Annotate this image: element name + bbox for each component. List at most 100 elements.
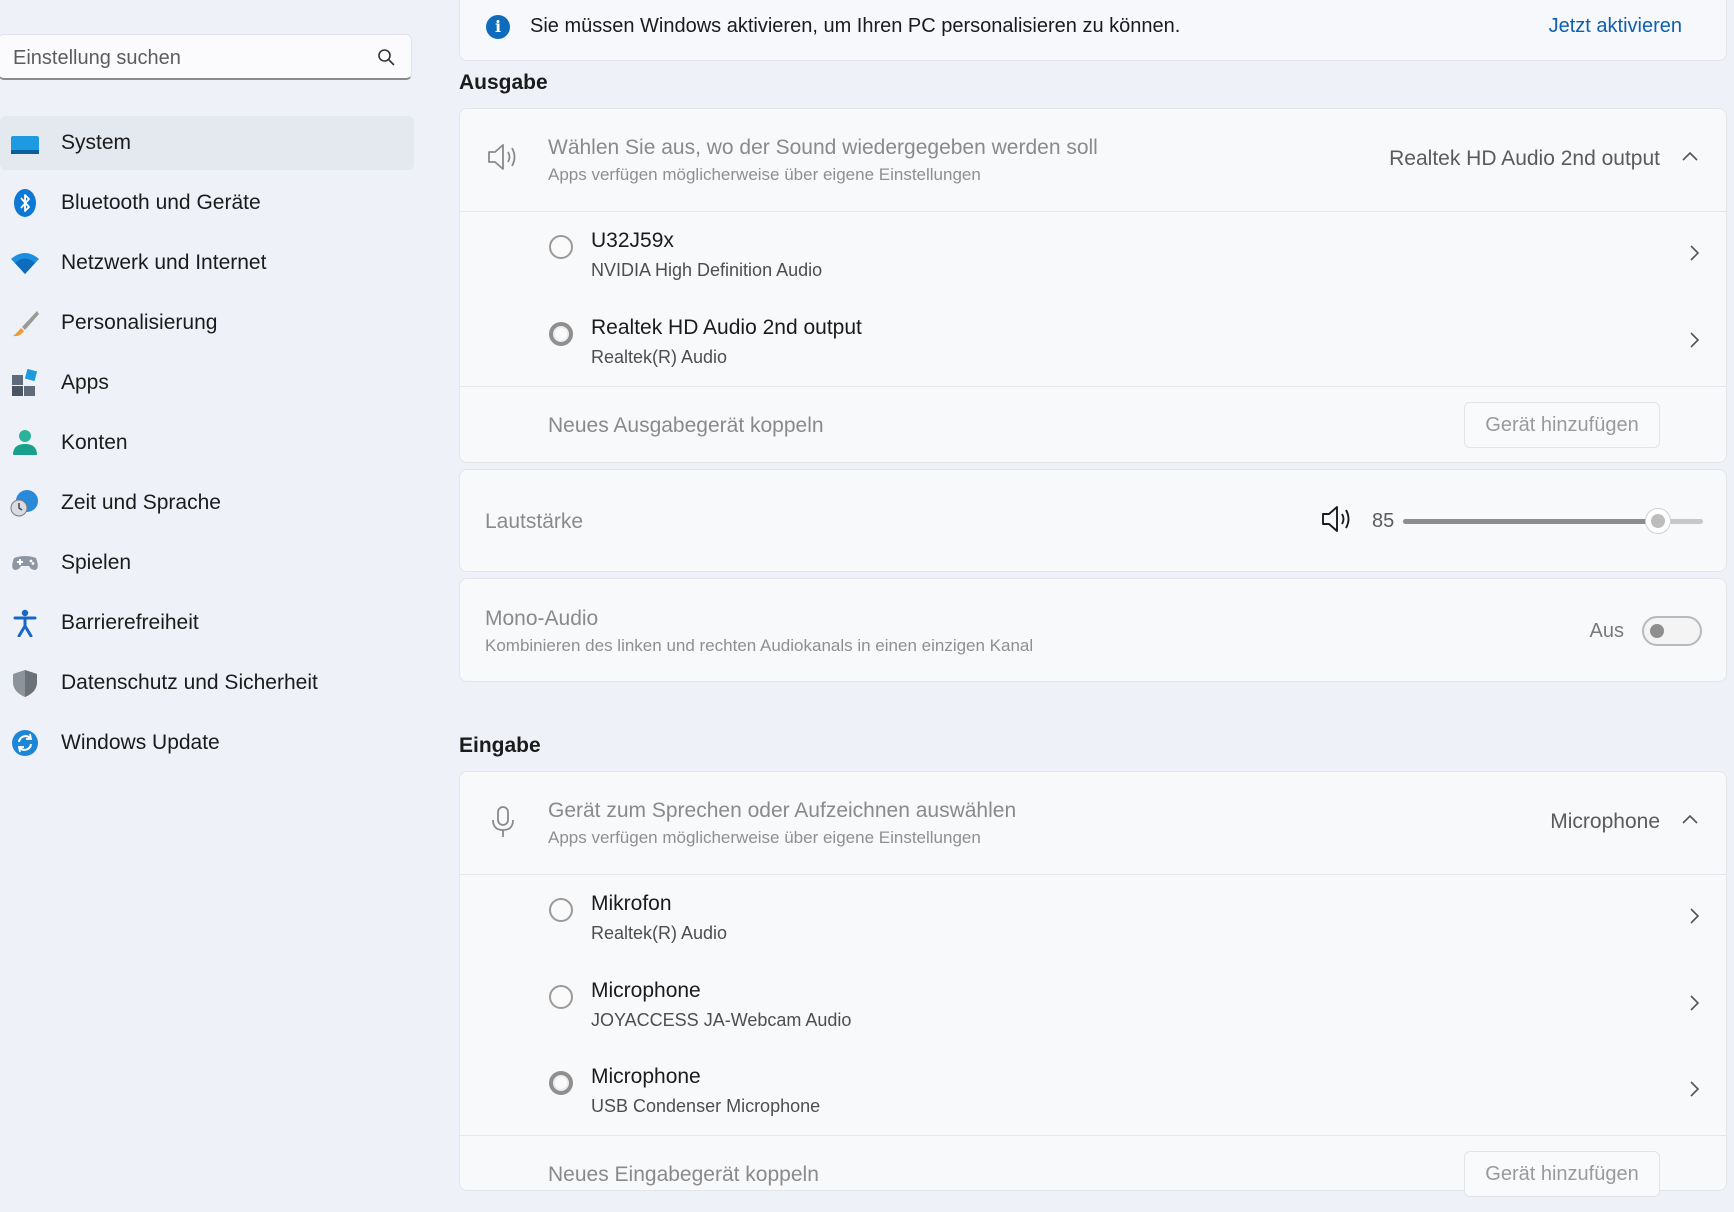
input-select-header[interactable]: Gerät zum Sprechen oder Aufzeichnen ausw… [460,772,1726,875]
activate-now-link[interactable]: Jetzt aktivieren [1549,15,1682,38]
pair-output-label: Neues Ausgabegerät koppeln [548,414,824,437]
input-pair-row: Neues Eingabegerät koppeln Gerät hinzufü… [460,1135,1726,1212]
pair-input-label: Neues Eingabegerät koppeln [548,1163,819,1186]
toggle-knob [1650,624,1664,638]
sidebar-item-accounts[interactable]: Konten [0,416,414,470]
device-radio[interactable] [549,1071,573,1095]
output-pair-row: Neues Ausgabegerät koppeln Gerät hinzufü… [460,386,1726,463]
sidebar-item-windows-update[interactable]: Windows Update [0,716,414,770]
output-select-title: Wählen Sie aus, wo der Sound wiedergegeb… [548,136,1098,159]
device-radio[interactable] [549,235,573,259]
output-device-card: Wählen Sie aus, wo der Sound wiedergegeb… [459,108,1727,463]
wifi-icon [11,253,39,274]
bluetooth-icon [14,189,36,217]
sidebar-item-label: Zeit und Sprache [61,491,221,514]
input-select-subtitle: Apps verfügen möglicherweise über eigene… [548,828,981,847]
speaker-icon [488,144,516,170]
info-icon: i [486,15,510,39]
sidebar-item-apps[interactable]: Apps [0,356,414,410]
device-radio[interactable] [549,985,573,1009]
add-input-device-button[interactable]: Gerät hinzufügen [1464,1151,1660,1197]
chevron-right-icon[interactable] [1688,907,1700,925]
output-selected-device: Realtek HD Audio 2nd output [1389,147,1660,170]
update-icon [12,730,38,756]
input-select-title: Gerät zum Sprechen oder Aufzeichnen ausw… [548,799,1017,822]
sidebar-item-bluetooth[interactable]: Bluetooth und Geräte [0,176,414,230]
output-device-row[interactable]: Realtek HD Audio 2nd output Realtek(R) A… [460,299,1726,386]
mono-audio-state: Aus [1589,620,1624,642]
device-driver: JOYACCESS JA-Webcam Audio [591,1010,852,1030]
mono-audio-toggle[interactable] [1642,616,1702,646]
input-device-row[interactable]: Microphone USB Condenser Microphone [460,1048,1726,1135]
output-device-row[interactable]: U32J59x NVIDIA High Definition Audio [460,212,1726,299]
output-select-header[interactable]: Wählen Sie aus, wo der Sound wiedergegeb… [460,109,1726,212]
sidebar: System Bluetooth und Geräte Netzwerk und… [0,0,430,1173]
sidebar-item-label: Barrierefreiheit [61,611,199,634]
chevron-right-icon[interactable] [1688,331,1700,349]
output-select-subtitle: Apps verfügen möglicherweise über eigene… [548,165,981,184]
input-device-card: Gerät zum Sprechen oder Aufzeichnen ausw… [459,771,1727,1197]
gamepad-icon [12,556,38,570]
volume-label: Lautstärke [485,510,584,533]
brush-icon [13,311,39,337]
microphone-icon [492,806,514,837]
device-driver: Realtek(R) Audio [591,347,728,367]
add-output-device-button[interactable]: Gerät hinzufügen [1464,402,1660,448]
sidebar-item-label: Bluetooth und Geräte [61,191,261,214]
sidebar-item-system[interactable]: System [0,116,414,170]
sidebar-item-privacy[interactable]: Datenschutz und Sicherheit [0,656,414,710]
chevron-right-icon[interactable] [1688,994,1700,1012]
sidebar-item-label: System [61,131,132,154]
sidebar-item-label: Personalisierung [61,311,218,334]
input-device-row[interactable]: Microphone JOYACCESS JA-Webcam Audio [460,962,1726,1049]
sidebar-item-label: Konten [61,431,128,454]
device-name: Microphone [591,1065,701,1088]
sidebar-item-label: Apps [61,371,109,394]
activation-message: Sie müssen Windows aktivieren, um Ihren … [530,15,1181,37]
apps-icon [12,369,38,396]
time-language-icon [10,490,38,517]
sidebar-nav: System Bluetooth und Geräte Netzwerk und… [0,116,414,776]
shield-icon [13,670,37,697]
device-name: U32J59x [591,229,674,252]
device-driver: Realtek(R) Audio [591,923,728,943]
search-icon[interactable] [377,48,395,66]
device-name: Mikrofon [591,892,672,915]
mono-audio-subtitle: Kombinieren des linken und rechten Audio… [485,636,1034,655]
volume-slider-fill [1403,519,1658,524]
account-icon [13,430,37,455]
sidebar-item-label: Netzwerk und Internet [61,251,267,274]
chevron-right-icon[interactable] [1688,244,1700,262]
chevron-up-icon[interactable] [1682,814,1698,826]
device-name: Realtek HD Audio 2nd output [591,316,862,339]
search-input[interactable] [11,35,355,81]
volume-icon[interactable] [1320,504,1354,534]
activation-banner: i Sie müssen Windows aktivieren, um Ihre… [459,0,1727,61]
sidebar-item-network[interactable]: Netzwerk und Internet [0,236,414,290]
sidebar-item-personalization[interactable]: Personalisierung [0,296,414,350]
input-section-title: Eingabe [459,734,541,757]
sidebar-item-label: Datenschutz und Sicherheit [61,671,318,694]
volume-card: Lautstärke 85 [459,469,1727,572]
input-device-row[interactable]: Mikrofon Realtek(R) Audio [460,875,1726,962]
sidebar-item-gaming[interactable]: Spielen [0,536,414,590]
chevron-up-icon[interactable] [1682,151,1698,163]
volume-value: 85 [1372,510,1395,532]
chevron-right-icon[interactable] [1688,1080,1700,1098]
volume-slider-thumb[interactable] [1645,508,1671,534]
mono-audio-title: Mono-Audio [485,607,599,630]
input-selected-device: Microphone [1550,810,1660,833]
search-box[interactable] [0,34,412,81]
sidebar-item-time-language[interactable]: Zeit und Sprache [0,476,414,530]
sidebar-item-accessibility[interactable]: Barrierefreiheit [0,596,414,650]
sidebar-item-label: Windows Update [61,731,220,754]
volume-slider[interactable] [1403,508,1703,534]
sidebar-item-label: Spielen [61,551,132,574]
system-icon [11,136,39,154]
output-section-title: Ausgabe [459,71,548,94]
device-driver: USB Condenser Microphone [591,1096,821,1116]
accessibility-icon [13,609,37,637]
device-radio[interactable] [549,322,573,346]
device-radio[interactable] [549,898,573,922]
device-driver: NVIDIA High Definition Audio [591,260,823,280]
